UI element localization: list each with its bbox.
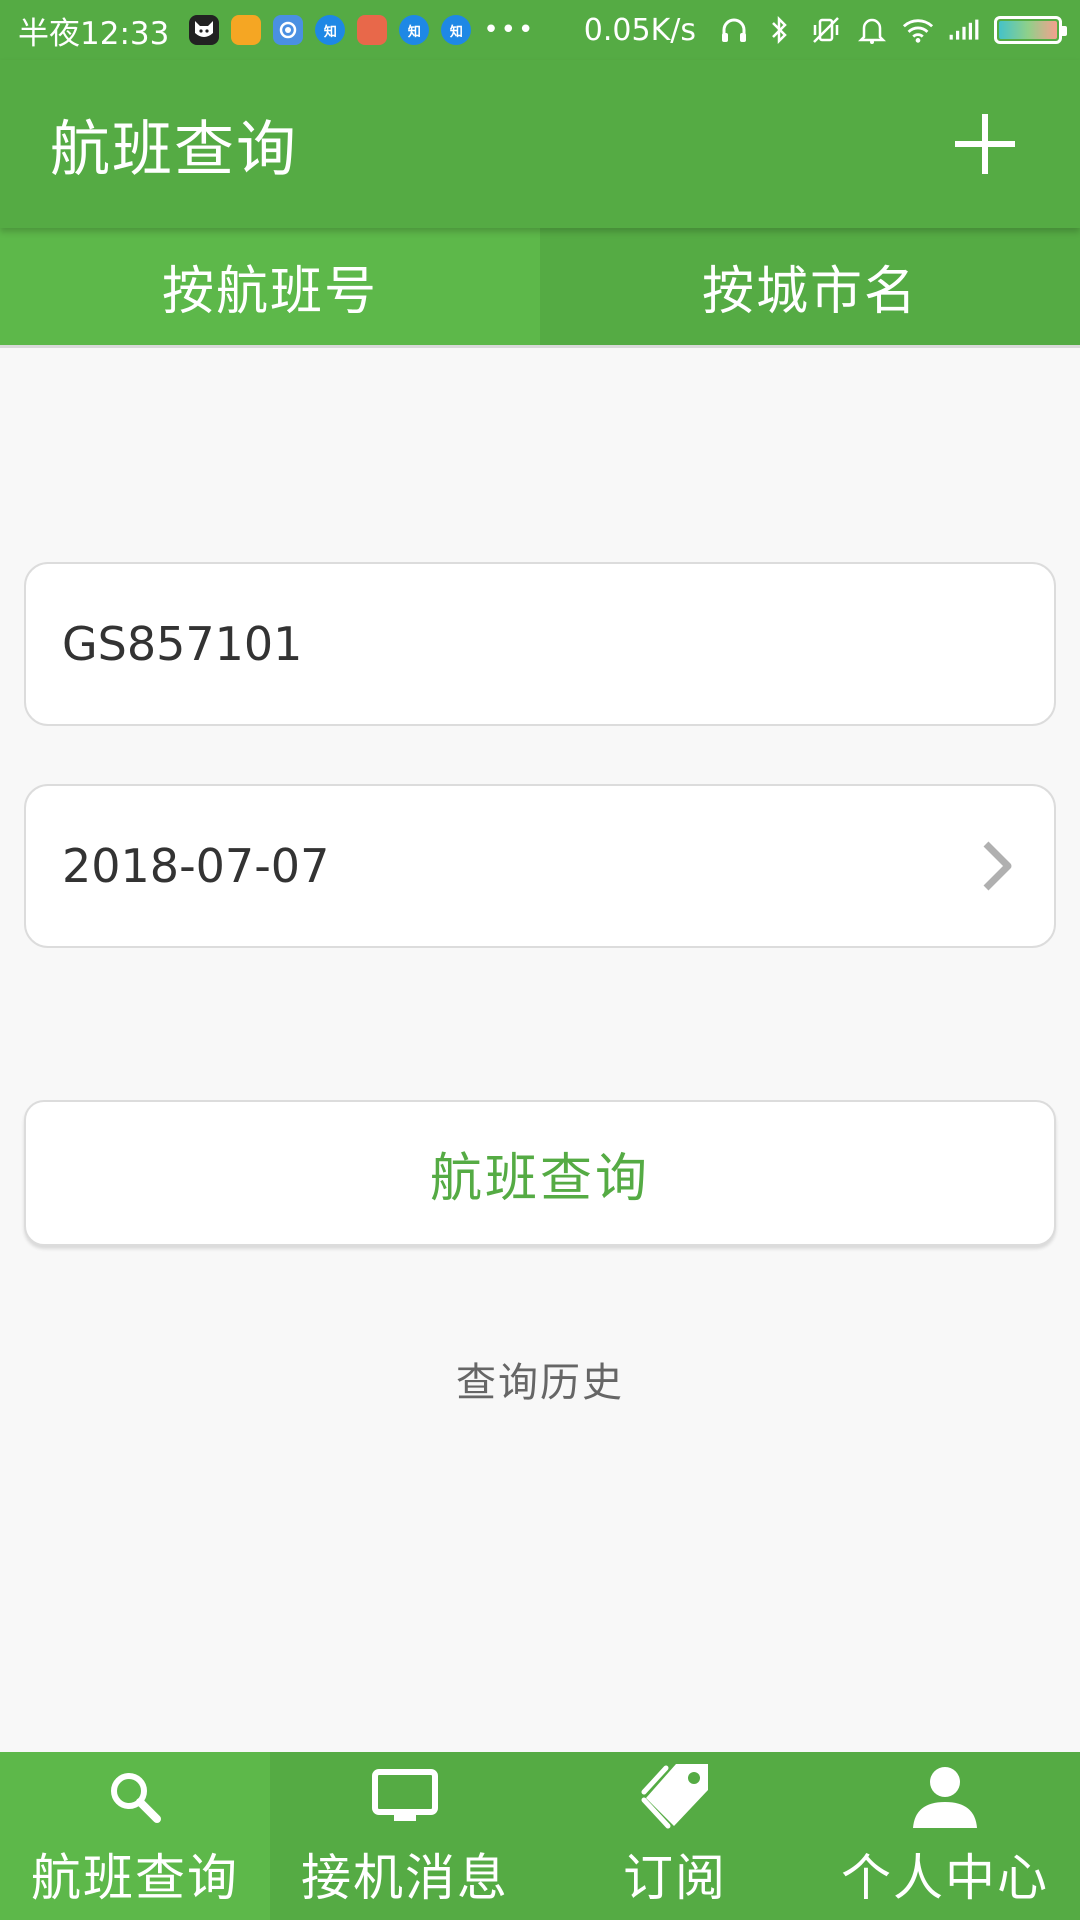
nav-label: 接机消息 <box>301 1849 509 1907</box>
headphone-icon <box>718 14 750 46</box>
status-left: 半夜12:33 知 知 知 ••• <box>18 8 535 53</box>
tag-icon <box>635 1760 715 1834</box>
battery-icon <box>994 16 1067 44</box>
nav-label: 航班查询 <box>31 1849 239 1907</box>
wifi-icon <box>902 14 934 46</box>
date-value: 2018-07-07 <box>62 839 330 893</box>
plus-icon[interactable] <box>950 109 1020 179</box>
chevron-right-icon <box>978 838 1018 894</box>
blue-camera-app-icon <box>273 15 304 45</box>
nav-label: 个人中心 <box>841 1849 1049 1907</box>
orange-app-icon <box>231 15 262 45</box>
bell-icon <box>856 14 888 46</box>
bottom-navigation: 航班查询 接机消息 订阅 个人中心 <box>0 1752 1080 1920</box>
flight-search-button[interactable]: 航班查询 <box>24 1100 1056 1246</box>
flight-number-input[interactable] <box>62 617 1018 671</box>
status-bar: 半夜12:33 知 知 知 ••• 0.05K/s <box>0 0 1080 60</box>
cat-app-icon <box>189 15 220 45</box>
app-bar: 航班查询 <box>0 60 1080 228</box>
tab-by-city-name[interactable]: 按城市名 <box>540 228 1080 345</box>
nav-item-flight-search[interactable]: 航班查询 <box>0 1752 270 1920</box>
flight-number-field[interactable] <box>24 562 1056 726</box>
page-title: 航班查询 <box>50 114 298 185</box>
nav-item-subscription[interactable]: 订阅 <box>540 1752 810 1920</box>
monitor-icon <box>365 1760 445 1834</box>
battery-level <box>999 21 1057 39</box>
zhihu-icon: 知 <box>315 15 346 45</box>
status-time: 半夜12:33 <box>18 15 170 52</box>
nav-item-pickup-messages[interactable]: 接机消息 <box>270 1752 540 1920</box>
zhihu-icon-2: 知 <box>399 15 430 45</box>
date-selector[interactable]: 2018-07-07 <box>24 784 1056 948</box>
zhihu-icon-3: 知 <box>441 15 472 45</box>
network-speed: 0.05K/s <box>583 12 696 48</box>
search-icon <box>95 1760 175 1834</box>
person-icon <box>905 1760 985 1834</box>
search-mode-tabs: 按航班号 按城市名 <box>0 228 1080 348</box>
search-history-link[interactable]: 查询历史 <box>0 1350 1080 1408</box>
screen: 半夜12:33 知 知 知 ••• 0.05K/s 航班查询 按航班号 按城市名… <box>0 0 1080 1920</box>
vibrate-off-icon <box>810 14 842 46</box>
nav-item-personal-center[interactable]: 个人中心 <box>810 1752 1080 1920</box>
shopping-app-icon <box>357 15 388 45</box>
signal-icon <box>948 14 980 46</box>
bluetooth-icon <box>764 14 796 46</box>
more-notifications-icon: ••• <box>483 15 536 45</box>
status-right: 0.05K/s <box>583 12 1067 48</box>
nav-label: 订阅 <box>623 1849 727 1907</box>
tab-by-flight-number[interactable]: 按航班号 <box>0 228 540 345</box>
